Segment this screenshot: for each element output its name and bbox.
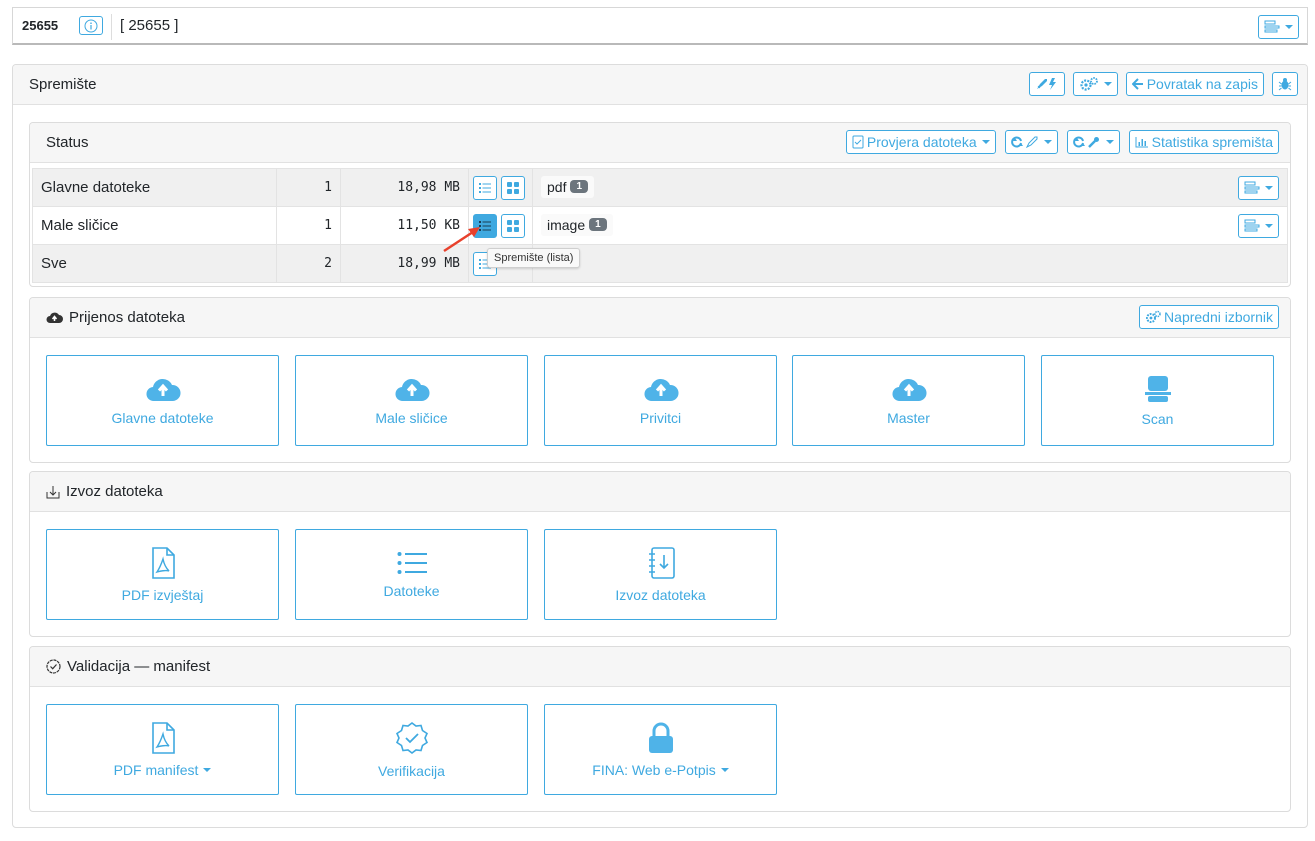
upload-scan-tile[interactable]: Scan bbox=[1041, 355, 1274, 446]
cloud-upload-icon bbox=[891, 378, 927, 401]
export-section: Izvoz datoteka PDF izvještaj Datoteke Iz… bbox=[29, 471, 1291, 637]
record-menu-button[interactable] bbox=[1258, 15, 1299, 39]
list-icon bbox=[397, 551, 427, 574]
validation-title: Validacija — manifest bbox=[67, 658, 211, 675]
upload-main-files-tile[interactable]: Glavne datoteke bbox=[46, 355, 279, 446]
file-type-tag: image 1 bbox=[541, 213, 613, 236]
list-view-button[interactable] bbox=[473, 175, 497, 200]
list-menu-icon bbox=[1264, 20, 1280, 33]
table-row: Sve 2 18,99 MB bbox=[32, 244, 1288, 283]
grid-view-button[interactable] bbox=[500, 213, 525, 238]
bar-chart-icon bbox=[1135, 137, 1148, 148]
panel-title: Spremište bbox=[29, 76, 97, 93]
count-badge: 1 bbox=[570, 180, 589, 193]
row-size: 18,98 MB bbox=[340, 168, 469, 207]
list-icon bbox=[479, 182, 491, 193]
row-name: Sve bbox=[32, 244, 277, 283]
row-menu-button[interactable] bbox=[1238, 213, 1279, 238]
file-check-button[interactable]: Provjera datoteka bbox=[845, 130, 996, 154]
bug-icon bbox=[1278, 78, 1292, 91]
storage-panel-header: Spremište Povratak na zapis bbox=[13, 65, 1307, 105]
red-arrow-annotation bbox=[443, 227, 480, 253]
gears-icon bbox=[1146, 310, 1161, 323]
sync-tools-button[interactable] bbox=[1066, 130, 1120, 154]
grid-view-button[interactable] bbox=[500, 175, 525, 200]
upload-section: Prijenos datoteka Napredni izbornik Glav… bbox=[29, 297, 1291, 463]
storage-stats-button[interactable]: Statistika spremišta bbox=[1128, 130, 1279, 154]
validation-section: Validacija — manifest PDF manifest Verif… bbox=[29, 646, 1291, 812]
status-section: Status Provjera datoteka Statistika spre… bbox=[29, 122, 1291, 287]
pdf-manifest-tile[interactable]: PDF manifest bbox=[46, 704, 279, 795]
scanner-icon bbox=[1144, 375, 1171, 402]
verification-tile[interactable]: Verifikacija bbox=[295, 704, 528, 795]
upload-master-tile[interactable]: Master bbox=[792, 355, 1025, 446]
count-badge: 1 bbox=[589, 218, 607, 231]
export-title: Izvoz datoteka bbox=[66, 483, 163, 500]
upload-thumbnails-tile[interactable]: Male sličice bbox=[295, 355, 528, 446]
divider bbox=[111, 14, 112, 40]
tooltip: Spremište (lista) bbox=[487, 248, 581, 268]
download-box-icon bbox=[46, 485, 60, 498]
pdf-file-icon bbox=[151, 546, 175, 579]
export-files-tile[interactable]: Datoteke bbox=[295, 529, 528, 620]
advanced-menu-button[interactable]: Napredni izbornik bbox=[1139, 305, 1279, 329]
sync-rocket-icon bbox=[1010, 136, 1038, 149]
debug-button[interactable] bbox=[1272, 72, 1298, 96]
record-title: [ 25655 ] bbox=[120, 17, 179, 34]
export-pdf-report-tile[interactable]: PDF izvještaj bbox=[46, 529, 279, 620]
record-id: 25655 bbox=[22, 18, 59, 33]
grid-icon bbox=[506, 219, 519, 232]
row-count: 1 bbox=[276, 206, 341, 245]
fina-e-signature-tile[interactable]: FINA: Web e-Potpis bbox=[544, 704, 777, 795]
row-menu-button[interactable] bbox=[1238, 175, 1279, 200]
arrow-left-icon bbox=[1131, 78, 1143, 90]
gears-icon bbox=[1080, 77, 1098, 91]
back-to-record-button[interactable]: Povratak na zapis bbox=[1125, 72, 1264, 96]
storage-panel: Spremište Povratak na zapis Status Provj… bbox=[12, 64, 1308, 828]
badge-check-icon bbox=[395, 721, 428, 754]
status-table: Glavne datoteke 1 18,98 MB pdf 1 Male sli… bbox=[32, 168, 1288, 283]
cloud-upload-icon bbox=[643, 378, 679, 401]
upload-attachments-tile[interactable]: Privitci bbox=[544, 355, 777, 446]
info-icon[interactable] bbox=[79, 16, 103, 35]
row-name: Glavne datoteke bbox=[32, 168, 277, 207]
cloud-upload-icon bbox=[394, 378, 430, 401]
sync-rocket-button[interactable] bbox=[1004, 130, 1058, 154]
export-archive-tile[interactable]: Izvoz datoteka bbox=[544, 529, 777, 620]
cloud-upload-icon bbox=[46, 312, 63, 323]
row-count: 1 bbox=[276, 168, 341, 207]
table-row: Male sličice 1 11,50 KB image 1 bbox=[32, 206, 1288, 245]
cloud-upload-icon bbox=[145, 378, 181, 401]
file-check-icon bbox=[852, 135, 864, 149]
record-header-bar: 25655 [ 25655 ] bbox=[12, 7, 1308, 45]
row-count: 2 bbox=[276, 244, 341, 283]
list-menu-icon bbox=[1244, 219, 1260, 231]
settings-menu-button[interactable] bbox=[1072, 72, 1118, 96]
sync-wrench-icon bbox=[1072, 136, 1099, 148]
list-menu-icon bbox=[1244, 181, 1260, 193]
lock-icon bbox=[648, 722, 673, 753]
notebook-download-icon bbox=[648, 546, 675, 579]
status-title: Status bbox=[46, 134, 89, 151]
table-row: Glavne datoteke 1 18,98 MB pdf 1 bbox=[32, 168, 1288, 207]
file-type-tag: pdf 1 bbox=[541, 175, 595, 198]
upload-title: Prijenos datoteka bbox=[69, 309, 185, 326]
badge-check-icon bbox=[46, 659, 61, 674]
grid-icon bbox=[506, 181, 519, 194]
pdf-file-icon bbox=[151, 721, 175, 754]
rocket-bolt-icon bbox=[1036, 78, 1056, 90]
rocket-button[interactable] bbox=[1028, 72, 1065, 96]
row-name: Male sličice bbox=[32, 206, 277, 245]
